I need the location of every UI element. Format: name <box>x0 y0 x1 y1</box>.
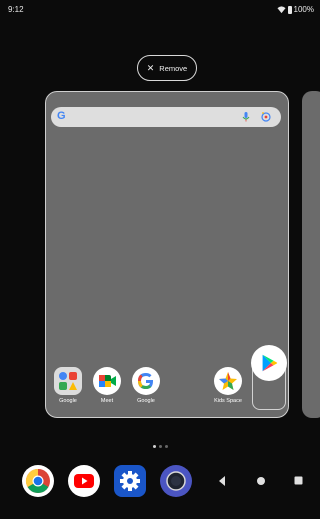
wifi-icon <box>276 6 286 14</box>
app-google-folder[interactable]: Google <box>48 367 88 404</box>
kids-space-icon <box>214 367 242 395</box>
home-page-card[interactable]: G Google Meet Google Kids Space <box>45 91 289 418</box>
camera-icon[interactable] <box>160 465 192 497</box>
app-label: Google <box>59 398 77 404</box>
battery-icon <box>287 5 292 14</box>
folder-icon <box>54 367 82 395</box>
lens-icon[interactable] <box>260 111 272 123</box>
app-meet[interactable]: Meet <box>87 367 127 404</box>
remove-button[interactable]: ✕ Remove <box>137 55 197 81</box>
overview-icon[interactable] <box>294 476 303 485</box>
app-google[interactable]: Google <box>126 367 166 404</box>
status-icons: 100% <box>276 5 314 14</box>
page-dot <box>164 445 168 448</box>
play-store-icon[interactable] <box>251 345 287 381</box>
page-indicator <box>0 445 320 448</box>
google-icon <box>132 367 160 395</box>
app-label: Google <box>137 398 155 404</box>
drop-target-slot[interactable] <box>251 345 287 410</box>
google-g-icon: G <box>57 110 66 122</box>
battery-percent: 100% <box>293 5 314 14</box>
status-time: 9:12 <box>8 5 24 14</box>
google-search-bar[interactable]: G <box>51 107 281 127</box>
page-dot <box>152 445 156 448</box>
remove-label: Remove <box>159 63 188 73</box>
chrome-icon[interactable] <box>22 465 54 497</box>
youtube-icon[interactable] <box>68 465 100 497</box>
mic-icon[interactable] <box>240 111 252 123</box>
next-page-preview[interactable] <box>302 91 320 418</box>
app-kids-space[interactable]: Kids Space <box>208 367 248 404</box>
status-bar: 9:12 100% <box>0 0 320 22</box>
page-dot <box>158 445 162 448</box>
close-icon: ✕ <box>146 62 155 73</box>
settings-icon[interactable] <box>114 465 146 497</box>
back-icon[interactable] <box>217 475 227 487</box>
dock <box>0 465 320 501</box>
meet-icon <box>93 367 121 395</box>
home-icon[interactable] <box>256 476 266 486</box>
app-label: Kids Space <box>214 398 242 404</box>
app-label: Meet <box>100 398 114 404</box>
